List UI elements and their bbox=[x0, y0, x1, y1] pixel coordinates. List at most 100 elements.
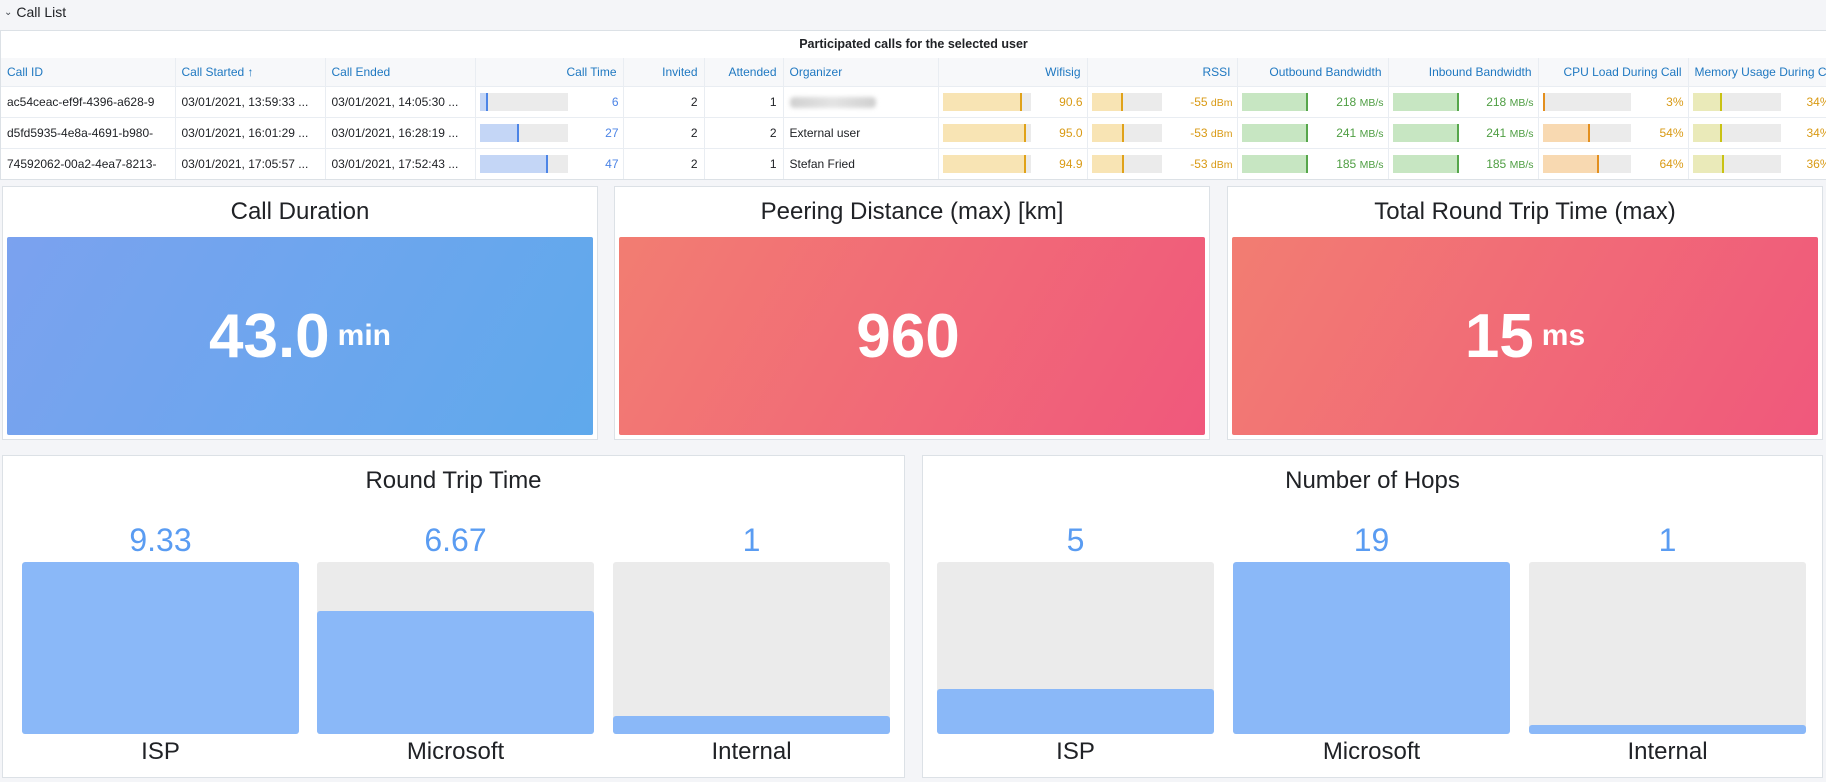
call-list-row-header[interactable]: ⌄ Call List bbox=[0, 0, 1826, 24]
gauge-value: 241 MB/s bbox=[1336, 125, 1384, 140]
cell-call-id[interactable]: d5fd5935-4e8a-4691-b980- bbox=[1, 116, 176, 148]
bar-gauge-title: Round Trip Time bbox=[365, 467, 542, 494]
gauge-value: 90.6 bbox=[1059, 94, 1083, 109]
gauge-bar bbox=[942, 92, 1031, 111]
gauge-fill bbox=[1542, 154, 1599, 173]
cell-invited: 2 bbox=[623, 85, 705, 117]
gauge-bar bbox=[942, 123, 1031, 142]
gauge-bar bbox=[1091, 92, 1162, 111]
table-title: Participated calls for the selected user bbox=[799, 37, 1028, 51]
gauge-fill bbox=[1692, 123, 1723, 142]
col-header-outbound-bandwidth[interactable]: Outbound Bandwidth bbox=[1237, 58, 1389, 86]
gauge-bar bbox=[479, 154, 568, 173]
table-row[interactable]: d5fd5935-4e8a-4691-b980- 03/01/2021, 16:0… bbox=[1, 116, 1826, 148]
table-row[interactable]: ac54ceac-ef9f-4396-a628-9 03/01/2021, 13:… bbox=[1, 85, 1826, 117]
sort-asc-icon: ↑ bbox=[247, 64, 254, 79]
bar-gauge-track bbox=[22, 562, 299, 734]
bar-gauge-track bbox=[317, 562, 594, 734]
gauge-marker bbox=[1456, 154, 1459, 173]
col-header-attended[interactable]: Attended bbox=[704, 58, 784, 86]
cell-organizer: External user bbox=[783, 116, 939, 148]
gauge-value: -55 dBm bbox=[1190, 94, 1233, 109]
redacted-name bbox=[789, 96, 876, 108]
cell-call-ended: 03/01/2021, 14:05:30 ... bbox=[325, 85, 476, 117]
gauge-fill bbox=[1392, 154, 1459, 173]
gauge-marker bbox=[1588, 123, 1591, 142]
row-title: Call List bbox=[16, 4, 67, 20]
gauge-fill bbox=[1542, 123, 1591, 142]
bar-gauge-track bbox=[937, 562, 1214, 734]
gauge-value: 218 MB/s bbox=[1486, 94, 1534, 109]
gauge-fill bbox=[479, 123, 520, 142]
cell-call-id[interactable]: ac54ceac-ef9f-4396-a628-9 bbox=[1, 85, 176, 117]
col-header-invited[interactable]: Invited bbox=[623, 58, 705, 86]
gauge-fill bbox=[1692, 154, 1725, 173]
gauge-marker bbox=[1305, 92, 1308, 111]
stat-value-box: 960 bbox=[619, 237, 1205, 435]
call-table: Call ID Call Started ↑ Call Ended Call T… bbox=[1, 58, 1826, 179]
bar-gauge-track bbox=[613, 562, 890, 734]
col-header-cpu-load[interactable]: CPU Load During Call bbox=[1538, 58, 1689, 86]
gauge-value: 185 MB/s bbox=[1336, 156, 1384, 171]
cell-organizer: Stefan Fried bbox=[783, 147, 939, 179]
gauge-cell-memory: 34% bbox=[1688, 116, 1826, 148]
gauge-marker bbox=[1722, 154, 1725, 173]
col-header-call-time[interactable]: Call Time bbox=[475, 58, 624, 86]
bar-gauge-label: ISP bbox=[141, 738, 180, 765]
col-header-organizer[interactable]: Organizer bbox=[783, 58, 939, 86]
gauge-value: 54% bbox=[1659, 125, 1684, 140]
gauge-value: 47 bbox=[605, 156, 619, 171]
cell-call-ended: 03/01/2021, 16:28:19 ... bbox=[325, 116, 476, 148]
col-header-wifisig[interactable]: Wifisig bbox=[938, 58, 1088, 86]
cell-call-started: 03/01/2021, 13:59:33 ... bbox=[175, 85, 326, 117]
col-header-memory-usage[interactable]: Memory Usage During C bbox=[1688, 58, 1826, 86]
gauge-marker bbox=[1720, 123, 1723, 142]
gauge-value: 94.9 bbox=[1059, 156, 1083, 171]
bar-gauge-item: 6.67 Microsoft bbox=[317, 520, 594, 765]
gauge-value: 27 bbox=[605, 125, 619, 140]
col-header-call-started[interactable]: Call Started ↑ bbox=[175, 58, 326, 86]
table-row[interactable]: 74592062-00a2-4ea7-8213- 03/01/2021, 17:0… bbox=[1, 147, 1826, 179]
gauge-marker bbox=[1305, 154, 1308, 173]
col-header-call-ended[interactable]: Call Ended bbox=[325, 58, 476, 86]
bar-gauge-fill bbox=[317, 611, 594, 734]
gauge-bar bbox=[1542, 92, 1631, 111]
bar-gauge-fill bbox=[1529, 724, 1806, 734]
gauge-bar bbox=[1692, 154, 1781, 173]
col-header-rssi[interactable]: RSSI bbox=[1087, 58, 1238, 86]
bar-gauge-value: 19 bbox=[1353, 522, 1390, 558]
stat-value-box: 43.0 min bbox=[7, 237, 593, 435]
bar-gauge-value: 1 bbox=[742, 522, 761, 558]
cell-attended: 1 bbox=[704, 85, 784, 117]
gauge-bar bbox=[1392, 92, 1459, 111]
col-header-inbound-bandwidth[interactable]: Inbound Bandwidth bbox=[1388, 58, 1539, 86]
gauge-marker bbox=[1456, 92, 1459, 111]
bar-gauge-item: 1 Internal bbox=[613, 520, 890, 765]
cell-invited: 2 bbox=[623, 147, 705, 179]
bar-gauge-item: 5 ISP bbox=[937, 520, 1214, 765]
gauge-cell-call_time: 47 bbox=[475, 147, 624, 179]
gauge-value: 218 MB/s bbox=[1336, 94, 1384, 109]
gauge-bar bbox=[1091, 154, 1162, 173]
stat-value: 43.0 bbox=[208, 301, 330, 371]
bar-gauge-item: 1 Internal bbox=[1529, 520, 1806, 765]
gauge-bar bbox=[479, 123, 568, 142]
gauge-cell-rssi: -55 dBm bbox=[1087, 85, 1238, 117]
bar-gauge-value: 5 bbox=[1066, 522, 1085, 558]
gauge-marker bbox=[1122, 154, 1125, 173]
bar-gauge-panel-number-of-hops: Number of Hops 5 ISP 19 Microsoft 1 Inte… bbox=[922, 455, 1823, 778]
bar-gauge-label: Internal bbox=[711, 738, 792, 765]
gauge-fill bbox=[1091, 123, 1125, 142]
gauge-bar bbox=[1241, 154, 1308, 173]
gauge-cell-call_time: 6 bbox=[475, 85, 624, 117]
cell-attended: 2 bbox=[704, 116, 784, 148]
stat-panel-call-duration: Call Duration 43.0 min bbox=[2, 186, 598, 440]
gauge-cell-wifisig: 94.9 bbox=[938, 147, 1088, 179]
gauge-marker bbox=[1122, 123, 1125, 142]
gauge-cell-wifisig: 95.0 bbox=[938, 116, 1088, 148]
gauge-fill bbox=[1091, 92, 1123, 111]
cell-call-id[interactable]: 74592062-00a2-4ea7-8213- bbox=[1, 147, 176, 179]
gauge-marker bbox=[1024, 154, 1026, 173]
gauge-marker bbox=[1121, 92, 1123, 111]
col-header-call-id[interactable]: Call ID bbox=[1, 58, 176, 86]
